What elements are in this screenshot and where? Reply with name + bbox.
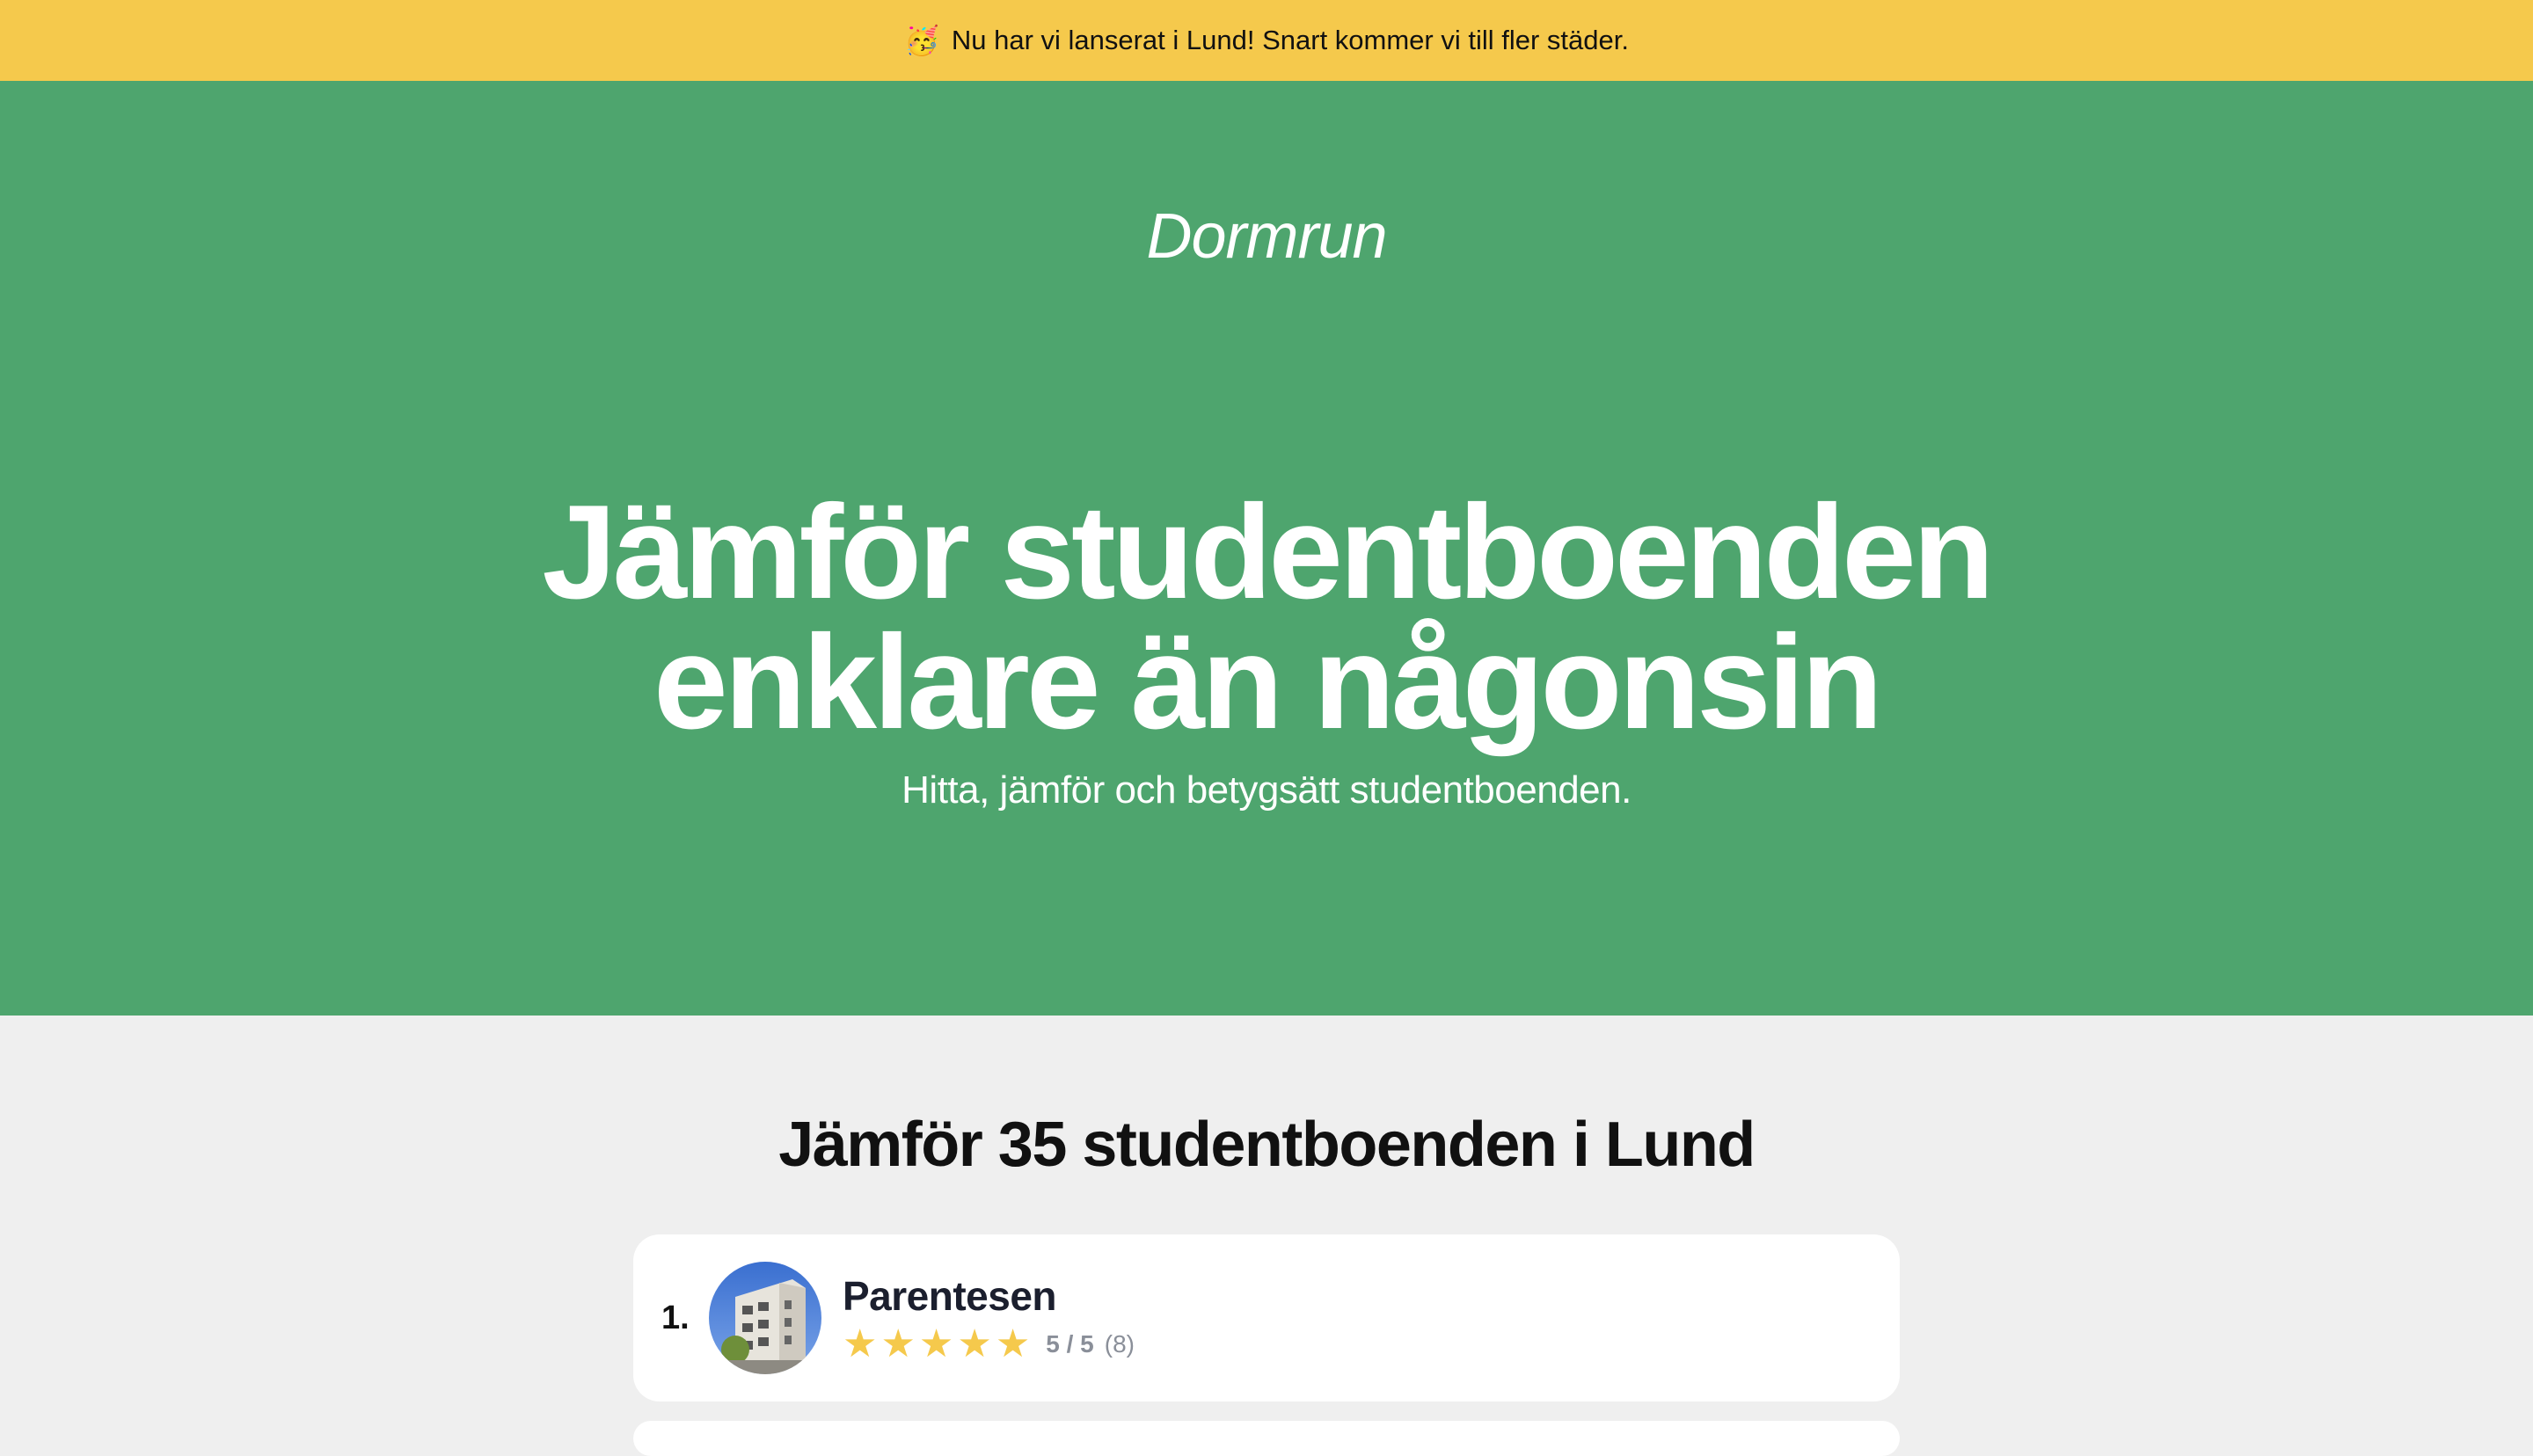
hero-section: Dormrun Jämför studentboenden enklare än… [0,81,2533,1016]
star-icon: ★ [957,1321,992,1366]
hero-headline: Jämför studentboenden enklare än någonsi… [0,477,2533,757]
listing-info: Parentesen ★ ★ ★ ★ ★ 5 / 5 (8) [843,1272,1135,1364]
listing-name[interactable]: Parentesen [843,1272,1135,1320]
hero-headline-line2: enklare än någonsin [653,608,1883,757]
announcement-banner: 🥳 Nu har vi lanserat i Lund! Snart komme… [0,0,2533,81]
hero-headline-line1: Jämför studentboenden [542,477,1994,627]
star-icon: ★ [995,1321,1031,1366]
listing-list: 1. Parentesen ★ ★ ★ ★ ★ 5 / 5 (8) [633,1234,1900,1401]
listing-thumbnail [709,1262,821,1374]
party-emoji-icon: 🥳 [904,24,939,57]
rating-score: 5 / 5 [1046,1330,1094,1358]
star-icon: ★ [918,1321,954,1366]
hero-subline: Hitta, jämför och betygsätt studentboend… [902,768,1631,812]
section-title: Jämför 35 studentboenden i Lund [778,1110,1756,1180]
listing-rating: ★ ★ ★ ★ ★ 5 / 5 (8) [843,1325,1135,1364]
listing-rank: 1. [661,1299,690,1336]
star-icon: ★ [843,1321,878,1366]
review-count: (8) [1104,1330,1135,1358]
listing-card[interactable]: 1. Parentesen ★ ★ ★ ★ ★ 5 / 5 (8) [633,1234,1900,1401]
site-logo[interactable]: Dormrun [0,200,2533,273]
star-icon: ★ [880,1321,916,1366]
listing-card-next[interactable] [633,1421,1900,1456]
announcement-text: Nu har vi lanserat i Lund! Snart kommer … [951,25,1629,55]
